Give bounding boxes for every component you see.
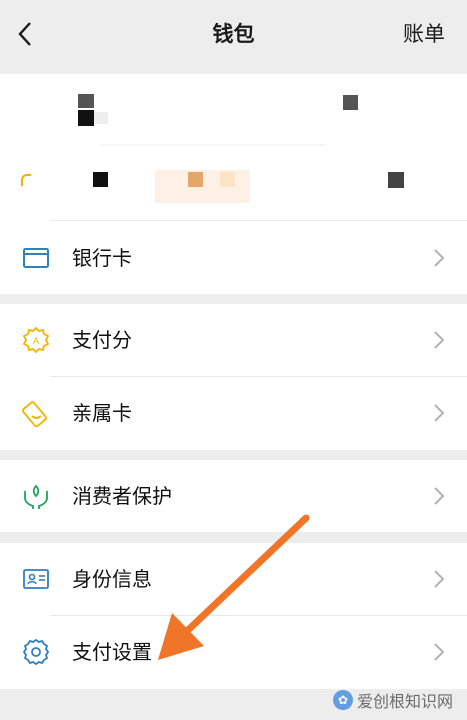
obscured-block	[93, 172, 108, 187]
obscured-block	[188, 172, 203, 187]
menu-section-3: 消费者保护	[0, 460, 467, 532]
gear-icon	[22, 638, 50, 666]
menu-section-2: A 支付分 亲属卡	[0, 304, 467, 450]
menu-item-label: 身份信息	[72, 567, 152, 591]
menu-item-bank-card[interactable]: 银行卡	[0, 222, 467, 294]
obscured-block	[94, 112, 108, 124]
wallet-summary-card: 银行卡	[0, 74, 467, 294]
watermark-text: 爱创根知识网	[356, 692, 453, 711]
chevron-right-icon	[434, 404, 445, 422]
menu-item-consumer-protection[interactable]: 消费者保护	[0, 460, 467, 532]
obscured-block	[388, 172, 404, 188]
pay-score-icon: A	[22, 326, 50, 354]
obscured-block	[100, 144, 325, 146]
obscured-block	[78, 94, 94, 108]
obscured-block	[343, 95, 358, 110]
menu-item-label: 支付设置	[72, 640, 152, 664]
menu-item-pay-settings[interactable]: 支付设置	[0, 616, 467, 688]
chevron-right-icon	[434, 249, 445, 267]
menu-item-identity-info[interactable]: 身份信息	[0, 543, 467, 615]
family-card-icon	[22, 401, 47, 427]
chevron-right-icon	[434, 487, 445, 505]
menu-item-label: 消费者保护	[72, 484, 172, 508]
chevron-right-icon	[434, 331, 445, 349]
id-card-icon	[23, 569, 49, 589]
bill-button[interactable]: 账单	[403, 18, 445, 50]
menu-section-4: 身份信息 支付设置	[0, 543, 467, 689]
menu-item-label: 银行卡	[72, 246, 132, 270]
obscured-block	[220, 172, 235, 187]
yellow-mark-icon	[21, 174, 31, 186]
menu-item-label: 支付分	[72, 328, 132, 352]
page-title: 钱包	[212, 22, 255, 46]
bank-card-icon	[23, 248, 49, 268]
chevron-right-icon	[434, 643, 445, 661]
chevron-right-icon	[434, 570, 445, 588]
watermark-logo-icon: ✿	[332, 690, 353, 710]
obscured-block	[78, 110, 94, 126]
watermark: ✿ 爱创根知识网	[332, 688, 453, 712]
svg-text:A: A	[33, 337, 40, 347]
top-bar: 钱包 账单	[0, 0, 467, 74]
divider	[50, 220, 467, 221]
menu-item-label: 亲属卡	[72, 401, 132, 425]
menu-item-family-card[interactable]: 亲属卡	[0, 377, 467, 449]
menu-item-pay-score[interactable]: A 支付分	[0, 304, 467, 376]
protection-hands-icon	[24, 484, 48, 509]
